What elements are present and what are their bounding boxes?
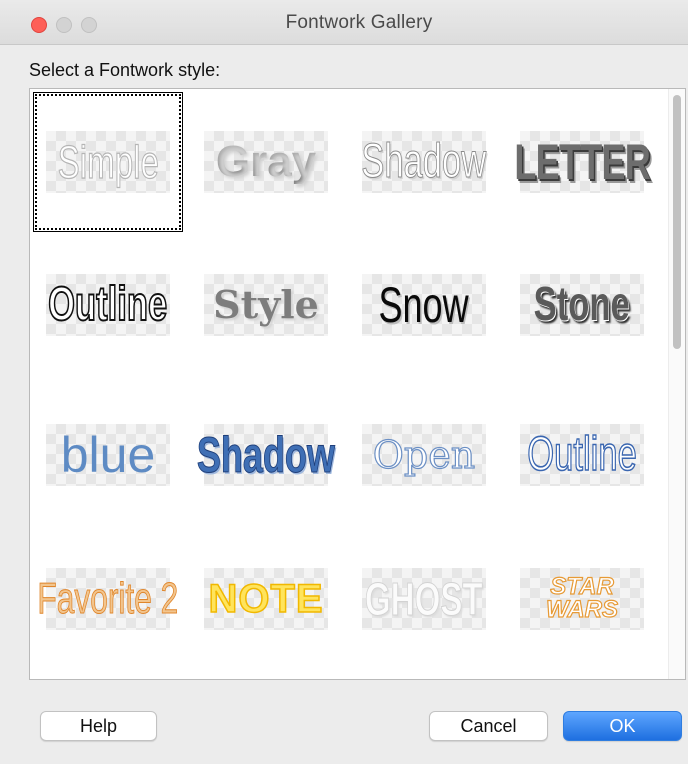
- style-label: Favorite 2: [37, 574, 179, 623]
- style-label: Style: [213, 282, 319, 327]
- scrollbar-thumb[interactable]: [673, 95, 681, 349]
- style-cell-style[interactable]: Style: [191, 235, 341, 375]
- style-cell-ghost[interactable]: GHOST: [349, 529, 499, 669]
- style-label: Outline: [48, 278, 168, 331]
- style-label: Gray: [215, 137, 317, 186]
- window-title: Fontwork Gallery: [285, 12, 433, 33]
- style-cell-shadow-blue[interactable]: Shadow: [191, 385, 341, 525]
- style-cell-outline-blue[interactable]: Outline: [507, 385, 657, 525]
- style-preview: blue: [46, 424, 170, 486]
- style-preview: Favorite 2: [37, 568, 179, 630]
- style-cell-shadow[interactable]: Shadow: [349, 92, 499, 232]
- style-preview: GHOST: [362, 568, 486, 630]
- title-bar: Fontwork Gallery: [0, 0, 688, 45]
- style-cell-gray[interactable]: Gray: [191, 92, 341, 232]
- style-preview: Snow: [362, 274, 486, 336]
- style-cell-snow[interactable]: Snow: [349, 235, 499, 375]
- ok-button[interactable]: OK: [563, 711, 682, 741]
- style-preview: Style: [204, 274, 328, 336]
- style-preview: Outline: [46, 274, 170, 336]
- style-cell-note[interactable]: NOTE: [191, 529, 341, 669]
- cancel-button[interactable]: Cancel: [429, 711, 548, 741]
- style-preview: NOTE: [204, 568, 328, 630]
- fontwork-gallery[interactable]: Simple Gray Shadow LETTER Outline Style …: [29, 88, 686, 680]
- style-cell-outline[interactable]: Outline: [33, 235, 183, 375]
- style-preview: Stone: [520, 274, 644, 336]
- style-preview: Simple: [46, 131, 170, 193]
- style-label: NOTE: [208, 577, 324, 621]
- gallery-scrollbar[interactable]: [668, 89, 685, 679]
- style-preview: LETTER: [514, 131, 651, 193]
- style-preview: Shadow: [361, 131, 487, 193]
- style-cell-letter[interactable]: LETTER: [507, 92, 657, 232]
- style-preview: Shadow: [197, 424, 335, 486]
- style-preview: Open: [362, 424, 486, 486]
- style-label: GHOST: [365, 573, 483, 625]
- style-label: blue: [60, 427, 156, 483]
- style-preview: STAR WARS: [520, 568, 644, 630]
- style-cell-star-wars[interactable]: STAR WARS: [507, 529, 657, 669]
- style-label: Shadow: [196, 427, 336, 483]
- style-label: STAR WARS: [545, 573, 618, 623]
- gallery-prompt: Select a Fontwork style:: [29, 60, 221, 80]
- style-cell-simple[interactable]: Simple: [33, 92, 183, 232]
- style-cell-blue[interactable]: blue: [33, 385, 183, 525]
- style-label: Outline: [527, 428, 638, 481]
- style-label: LETTER: [514, 134, 650, 190]
- style-cell-favorite-2[interactable]: Favorite 2: [33, 529, 183, 669]
- style-cell-stone[interactable]: Stone: [507, 235, 657, 375]
- style-label: Stone: [533, 278, 631, 331]
- help-button[interactable]: Help: [40, 711, 157, 741]
- style-label: Open: [372, 433, 476, 477]
- style-label: Snow: [378, 277, 470, 333]
- style-label: Shadow: [361, 135, 487, 188]
- style-label: Simple: [57, 136, 159, 188]
- style-preview: Outline: [520, 424, 644, 486]
- style-preview: Gray: [204, 131, 328, 193]
- style-cell-open[interactable]: Open: [349, 385, 499, 525]
